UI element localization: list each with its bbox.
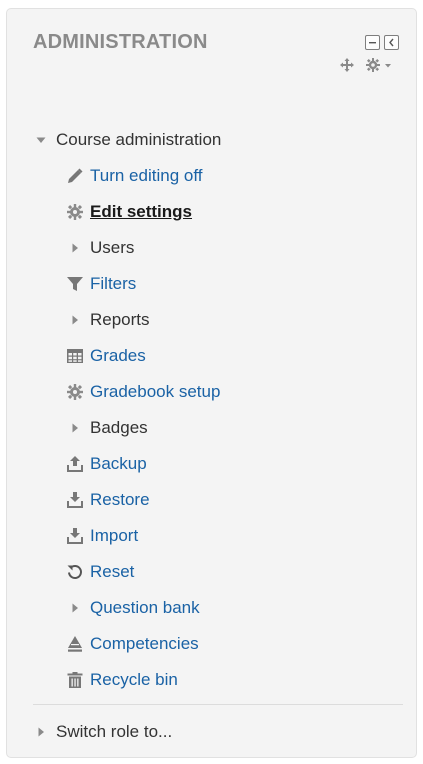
filter-icon xyxy=(65,274,85,294)
expander-right-icon xyxy=(65,598,85,618)
tree-item-recycle-bin[interactable]: Recycle bin xyxy=(65,667,178,693)
dock-left-icon xyxy=(389,38,394,47)
download-icon xyxy=(65,526,85,546)
restore-link[interactable]: Restore xyxy=(90,490,150,510)
edit-settings-link[interactable]: Edit settings xyxy=(90,202,192,222)
administration-block: ADMINISTRATION Course administration Tur… xyxy=(6,8,417,758)
tree-item-import[interactable]: Import xyxy=(65,523,138,549)
block-actions xyxy=(339,57,393,73)
minus-box-icon xyxy=(369,42,376,44)
tree-item-filters[interactable]: Filters xyxy=(65,271,136,297)
tree-item-badges[interactable]: Badges xyxy=(65,415,148,441)
switch-role-label: Switch role to... xyxy=(56,722,173,741)
backup-link[interactable]: Backup xyxy=(90,454,147,474)
grades-link[interactable]: Grades xyxy=(90,346,146,366)
tree-item-grades[interactable]: Grades xyxy=(65,343,146,369)
tree-item-gradebook-setup[interactable]: Gradebook setup xyxy=(65,379,220,405)
tree-item-switch-role[interactable]: Switch role to... xyxy=(31,719,172,745)
tree-item-competencies[interactable]: Competencies xyxy=(65,631,199,657)
block-actions-menu[interactable] xyxy=(365,57,393,73)
reset-link[interactable]: Reset xyxy=(90,562,134,582)
tree-item-reset[interactable]: Reset xyxy=(65,559,134,585)
gear-dropdown-icon xyxy=(366,58,391,72)
table-icon xyxy=(65,346,85,366)
expander-right-icon xyxy=(65,238,85,258)
users-label: Users xyxy=(90,238,135,257)
download-icon xyxy=(65,490,85,510)
hide-block-button[interactable] xyxy=(365,35,380,50)
move-block-button[interactable] xyxy=(339,57,355,73)
expander-right-icon xyxy=(65,310,85,330)
dock-block-button[interactable] xyxy=(384,35,399,50)
competencies-link[interactable]: Competencies xyxy=(90,634,199,654)
tree-item-users[interactable]: Users xyxy=(65,235,134,261)
move-arrows-icon xyxy=(340,58,354,72)
badges-label: Badges xyxy=(90,418,148,437)
competencies-icon xyxy=(65,634,85,654)
recycle-bin-link[interactable]: Recycle bin xyxy=(90,670,178,690)
trash-icon xyxy=(65,670,85,690)
gear-icon xyxy=(65,382,85,402)
reset-icon xyxy=(65,562,85,582)
upload-icon xyxy=(65,454,85,474)
block-title: ADMINISTRATION xyxy=(33,31,208,53)
tree-item-turn-editing-off[interactable]: Turn editing off xyxy=(65,163,202,189)
tree-item-restore[interactable]: Restore xyxy=(65,487,150,513)
gradebook-setup-link[interactable]: Gradebook setup xyxy=(90,382,220,402)
tree-divider xyxy=(33,704,403,705)
reports-label: Reports xyxy=(90,310,150,329)
tree-item-edit-settings[interactable]: Edit settings xyxy=(65,199,192,225)
turn-editing-off-link[interactable]: Turn editing off xyxy=(90,166,202,186)
question-bank-link[interactable]: Question bank xyxy=(90,598,200,618)
pencil-icon xyxy=(65,166,85,186)
filters-link[interactable]: Filters xyxy=(90,274,136,294)
course-administration-label: Course administration xyxy=(56,130,222,149)
gear-icon xyxy=(65,202,85,222)
expander-right-icon xyxy=(65,418,85,438)
tree-item-question-bank[interactable]: Question bank xyxy=(65,595,200,621)
tree-item-backup[interactable]: Backup xyxy=(65,451,147,477)
import-link[interactable]: Import xyxy=(90,526,138,546)
expander-right-icon xyxy=(31,722,51,742)
tree-item-reports[interactable]: Reports xyxy=(65,307,150,333)
expander-down-icon xyxy=(31,130,51,150)
tree-item-course-administration[interactable]: Course administration xyxy=(31,127,221,153)
block-header: ADMINISTRATION xyxy=(7,9,416,79)
